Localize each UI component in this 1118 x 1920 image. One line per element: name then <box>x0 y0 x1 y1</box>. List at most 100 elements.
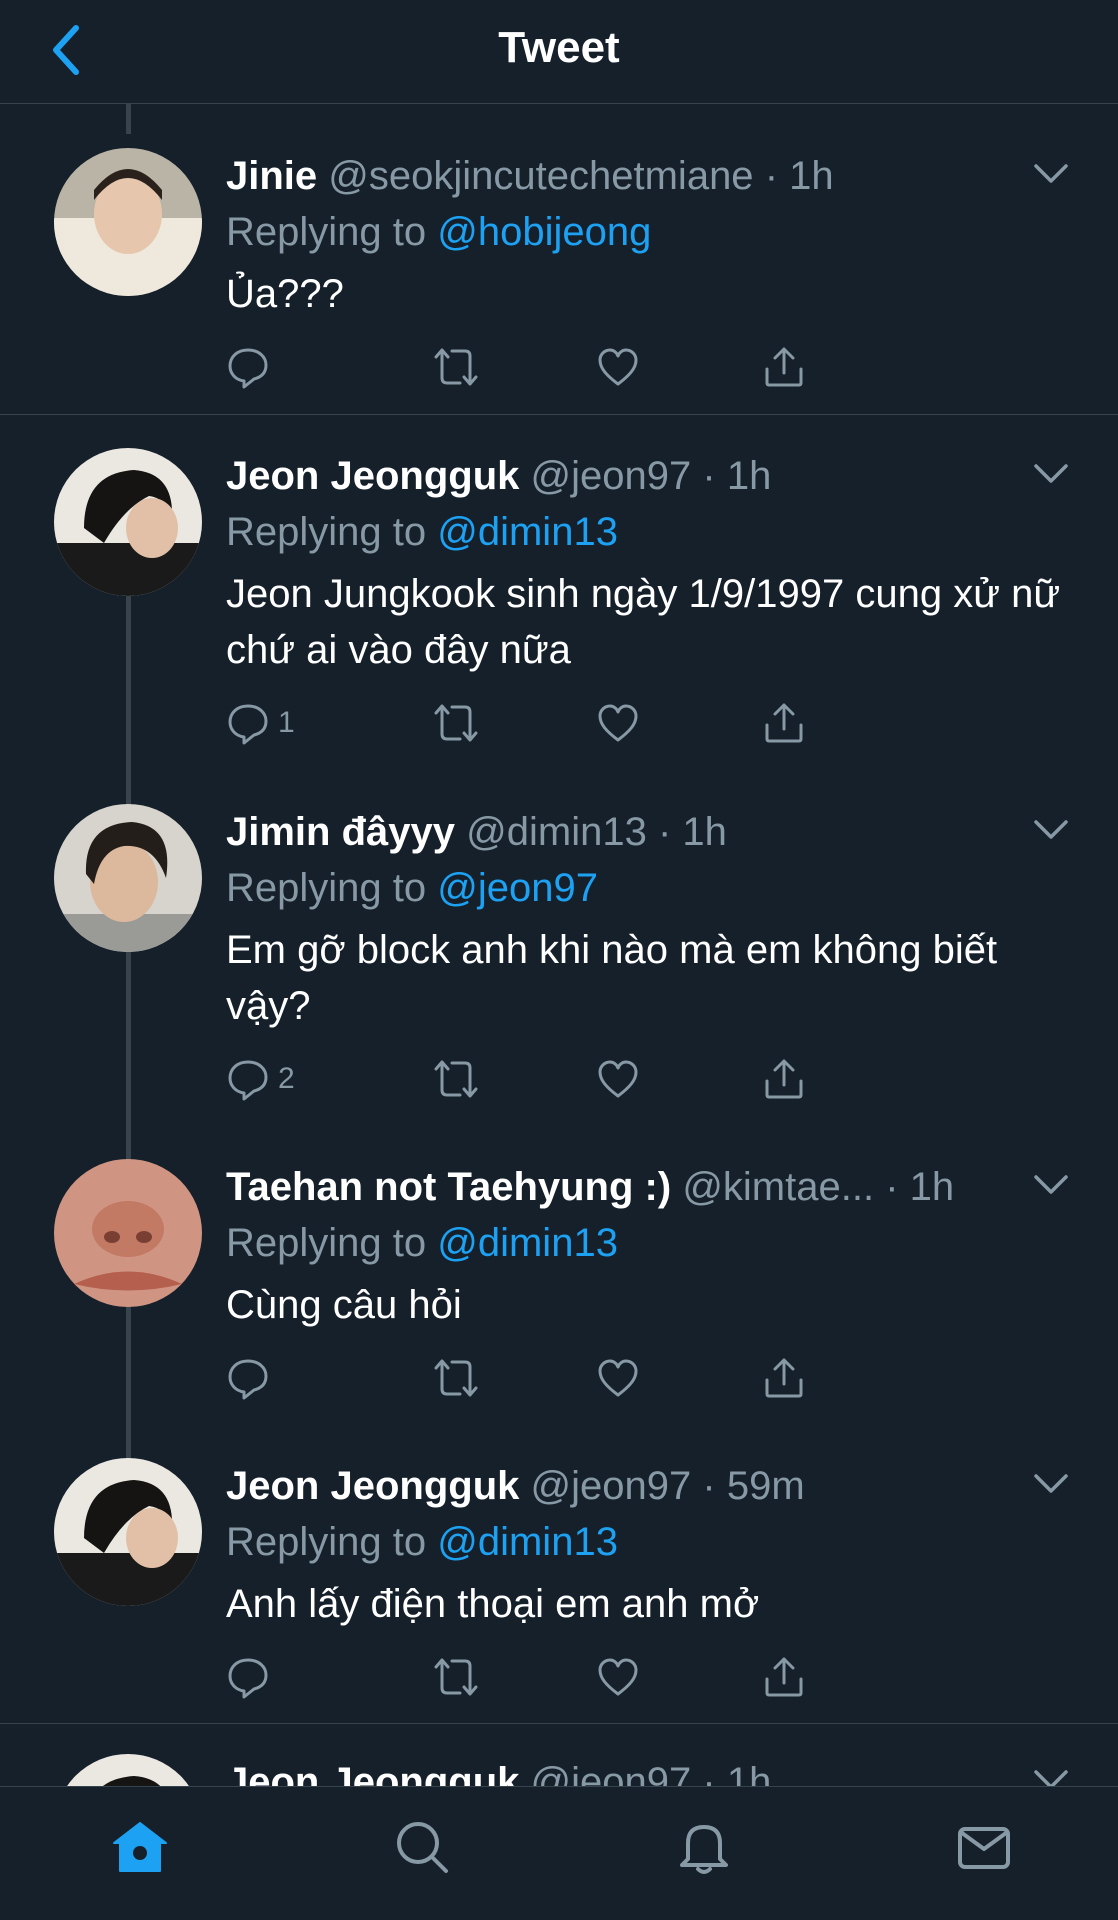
chevron-down-icon[interactable] <box>1032 818 1070 842</box>
reply-icon <box>228 1060 268 1101</box>
timestamp[interactable]: 1h <box>727 1760 772 1786</box>
separator-dot: · <box>702 1464 716 1508</box>
retweet-icon <box>434 704 478 742</box>
reply-icon <box>228 1658 268 1699</box>
avatar[interactable] <box>54 148 202 296</box>
user-handle[interactable]: @jeon97 <box>531 454 692 498</box>
timestamp[interactable]: 1h <box>910 1165 955 1209</box>
avatar[interactable] <box>54 1754 202 1786</box>
replying-to: Replying to @dimin13 <box>226 1514 618 1570</box>
reply-button[interactable] <box>226 342 278 392</box>
tweet-header: Jeon Jeongguk @jeon97 · 1h <box>226 448 771 504</box>
display-name[interactable]: Jeon Jeongguk <box>226 1464 519 1508</box>
search-icon[interactable] <box>392 1817 452 1877</box>
tweet-header: Jeon Jeongguk @jeon97 · 59m <box>226 1458 805 1514</box>
share-button[interactable] <box>762 698 806 748</box>
share-icon <box>765 1358 803 1398</box>
share-icon <box>765 1657 803 1697</box>
replying-to-label: Replying to <box>226 510 427 554</box>
chevron-down-icon[interactable] <box>1032 462 1070 486</box>
page-title: Tweet <box>498 23 620 72</box>
separator-dot: · <box>657 810 672 854</box>
tweet-text: Jeon Jungkook sinh ngày 1/9/1997 cung xử… <box>226 572 1061 672</box>
reply-button[interactable]: 2 <box>226 1054 295 1104</box>
chevron-down-icon[interactable] <box>1032 1173 1070 1197</box>
avatar[interactable] <box>54 448 202 596</box>
retweet-button[interactable] <box>432 1054 480 1104</box>
timestamp[interactable]: 59m <box>727 1464 805 1508</box>
avatar[interactable] <box>54 1458 202 1606</box>
tweet-actions: 1 <box>226 698 906 748</box>
user-handle[interactable]: @seokjincutechetmiane <box>328 154 753 198</box>
like-button[interactable] <box>596 1353 640 1403</box>
reply-button[interactable]: 1 <box>226 698 295 748</box>
home-icon[interactable] <box>110 1817 170 1877</box>
share-button[interactable] <box>762 342 806 392</box>
tweet-text: Anh lấy điện thoại em anh mở <box>226 1582 760 1626</box>
replying-to-handle[interactable]: @jeon97 <box>437 866 598 910</box>
like-button[interactable] <box>596 698 640 748</box>
retweet-icon <box>434 1658 478 1696</box>
chevron-down-icon[interactable] <box>1032 1472 1070 1496</box>
chevron-down-icon[interactable] <box>1032 1768 1070 1786</box>
timestamp[interactable]: 1h <box>789 154 834 198</box>
separator-dot: · <box>885 1165 899 1209</box>
top-bar: Tweet <box>0 0 1118 104</box>
retweet-button[interactable] <box>432 698 480 748</box>
replying-to: Replying to @jeon97 <box>226 860 598 916</box>
heart-icon <box>598 348 638 386</box>
share-button[interactable] <box>762 1353 806 1403</box>
share-icon <box>765 1059 803 1099</box>
display-name[interactable]: Jeon Jeongguk <box>226 1760 519 1786</box>
reply-button[interactable] <box>226 1353 278 1403</box>
avatar[interactable] <box>54 1159 202 1307</box>
tweet-text: Em gỡ block anh khi nào mà em không biết… <box>226 928 998 1028</box>
retweet-button[interactable] <box>432 1652 480 1702</box>
tweet-header: Taehan not Taehyung :) @kimtae... · 1h <box>226 1159 954 1215</box>
share-button[interactable] <box>762 1652 806 1702</box>
messages-icon[interactable] <box>954 1817 1014 1877</box>
retweet-icon <box>434 348 478 386</box>
replying-to-label: Replying to <box>226 210 427 254</box>
like-button[interactable] <box>596 342 640 392</box>
tweet-divider <box>0 1723 1118 1724</box>
reply-icon <box>228 704 268 745</box>
replying-to-label: Replying to <box>226 1520 427 1564</box>
reply-button[interactable] <box>226 1652 278 1702</box>
replying-to-handle[interactable]: @dimin13 <box>437 1520 618 1564</box>
timestamp[interactable]: 1h <box>682 810 727 854</box>
notifications-icon[interactable] <box>674 1817 734 1877</box>
user-handle[interactable]: @dimin13 <box>466 810 647 854</box>
tweet-divider <box>0 414 1118 415</box>
like-button[interactable] <box>596 1054 640 1104</box>
user-handle[interactable]: @jeon97 <box>531 1760 692 1786</box>
tweet-header: Jeon Jeongguk @jeon97 · 1h <box>226 1754 771 1786</box>
retweet-icon <box>434 1060 478 1098</box>
user-handle[interactable]: @jeon97 <box>531 1464 692 1508</box>
replying-to-label: Replying to <box>226 1221 427 1265</box>
reply-count: 2 <box>278 1062 295 1095</box>
timestamp[interactable]: 1h <box>727 454 772 498</box>
tweet-actions: 2 <box>226 1054 906 1104</box>
chevron-down-icon[interactable] <box>1032 162 1070 186</box>
tweet-actions <box>226 1353 906 1403</box>
share-button[interactable] <box>762 1054 806 1104</box>
replying-to-handle[interactable]: @dimin13 <box>437 510 618 554</box>
reply-icon <box>228 348 268 389</box>
reply-thread: Jinie @seokjincutechetmiane · 1h Replyin… <box>0 104 1118 1786</box>
retweet-button[interactable] <box>432 1353 480 1403</box>
user-handle[interactable]: @kimtae... <box>682 1165 874 1209</box>
display-name[interactable]: Jeon Jeongguk <box>226 454 519 498</box>
retweet-button[interactable] <box>432 342 480 392</box>
replying-to-handle[interactable]: @hobijeong <box>437 210 651 254</box>
replying-to: Replying to @dimin13 <box>226 1215 618 1271</box>
tweet-header: Jinie @seokjincutechetmiane · 1h <box>226 148 834 204</box>
display-name[interactable]: Taehan not Taehyung :) <box>226 1165 671 1209</box>
display-name[interactable]: Jinie <box>226 154 317 198</box>
replying-to-handle[interactable]: @dimin13 <box>437 1221 618 1265</box>
heart-icon <box>598 1060 638 1098</box>
reply-icon <box>228 1359 268 1400</box>
display-name[interactable]: Jimin đâyyy <box>226 810 455 854</box>
like-button[interactable] <box>596 1652 640 1702</box>
avatar[interactable] <box>54 804 202 952</box>
